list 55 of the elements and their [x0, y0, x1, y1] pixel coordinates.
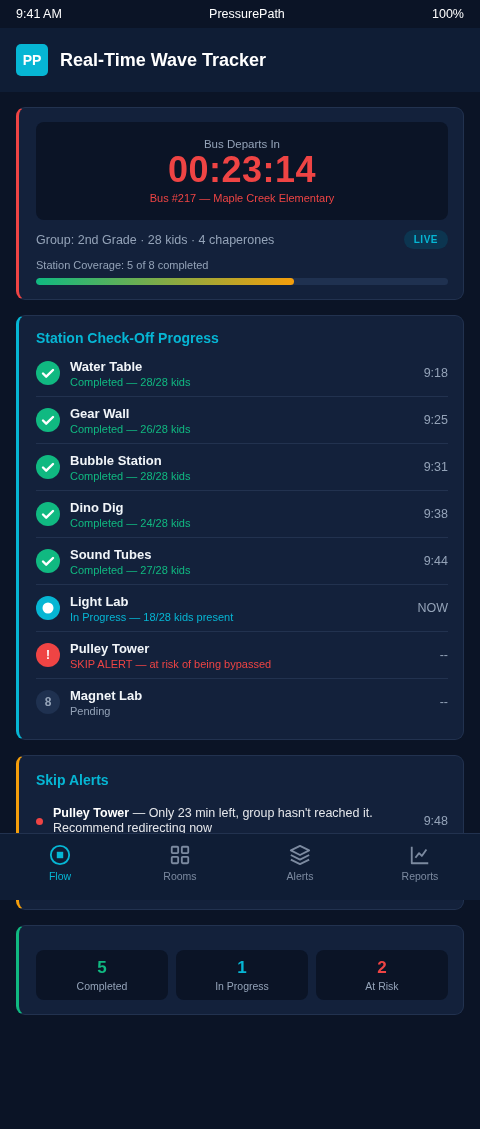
alert-message: Pulley Tower — Only 23 min left, group hasn't reached it. Recommend redirecting now [53, 806, 374, 836]
timer-label: Bus Departs In [203, 138, 281, 150]
stat-label: At Risk [365, 980, 399, 992]
layers-icon [289, 844, 311, 866]
station-time: 9:38 [423, 507, 448, 521]
nav-tab[interactable]: Reports [380, 844, 460, 882]
station-status: In Progress — 18/28 kids present [70, 610, 235, 623]
section-title: Skip Alerts [36, 772, 110, 788]
bus-info: Bus #217 — Maple Creek Elementary [149, 192, 335, 204]
station-name: Water Table [70, 358, 144, 374]
station-time: -- [439, 695, 448, 709]
station-time: 9:18 [423, 366, 448, 380]
page-title: Real-Time Wave Tracker [60, 49, 267, 71]
station-status: Completed — 27/28 kids [70, 563, 192, 576]
stat-value: 1 [237, 958, 247, 978]
station-status: Completed — 28/28 kids [70, 375, 192, 388]
station-time: 9:44 [423, 554, 448, 568]
alert-badge: ! [36, 643, 60, 667]
station-status: SKIP ALERT — at risk of being bypassed [70, 657, 273, 670]
nav-tab[interactable]: Rooms [140, 844, 220, 882]
stat-value: 2 [377, 958, 387, 978]
stat-label: In Progress [215, 980, 269, 992]
station-time: 9:31 [423, 460, 448, 474]
grid-icon [169, 844, 191, 866]
countdown: 00:23:14 [167, 150, 317, 190]
station-time: NOW [417, 601, 448, 615]
battery-level: 100% [432, 7, 464, 21]
stat-label: Completed [76, 980, 128, 992]
status-time: 9:41 AM [16, 7, 62, 21]
app-logo: PP [16, 44, 48, 76]
station-name: Bubble Station [70, 452, 163, 468]
station-time: -- [439, 648, 448, 662]
stop-circle-icon [49, 844, 71, 866]
station-time: 9:25 [423, 413, 448, 427]
nav-tab[interactable]: Flow [20, 844, 100, 882]
alert-time: 9:48 [423, 814, 448, 828]
station-status: Completed — 28/28 kids [70, 469, 192, 482]
live-badge: LIVE [403, 230, 448, 249]
section-title: Station Check-Off Progress [36, 330, 220, 346]
station-status: Completed — 26/28 kids [70, 422, 192, 435]
line-chart-icon [409, 844, 431, 866]
station-status: Pending [70, 704, 112, 717]
app-name: PressurePath [209, 7, 285, 21]
group-info: Group: 2nd Grade · 28 kids · 4 chaperones [36, 232, 275, 247]
station-name: Light Lab [70, 593, 130, 609]
stat-value: 5 [97, 958, 107, 978]
station-name: Dino Dig [70, 499, 125, 515]
step-number: 8 [36, 690, 60, 714]
station-name: Sound Tubes [70, 546, 153, 562]
station-name: Gear Wall [70, 405, 131, 421]
station-status: Completed — 24/28 kids [70, 516, 192, 529]
station-name: Magnet Lab [70, 687, 144, 703]
coverage-label: Station Coverage: 5 of 8 completed [36, 259, 210, 271]
nav-tab[interactable]: Alerts [260, 844, 340, 882]
station-name: Pulley Tower [70, 640, 151, 656]
